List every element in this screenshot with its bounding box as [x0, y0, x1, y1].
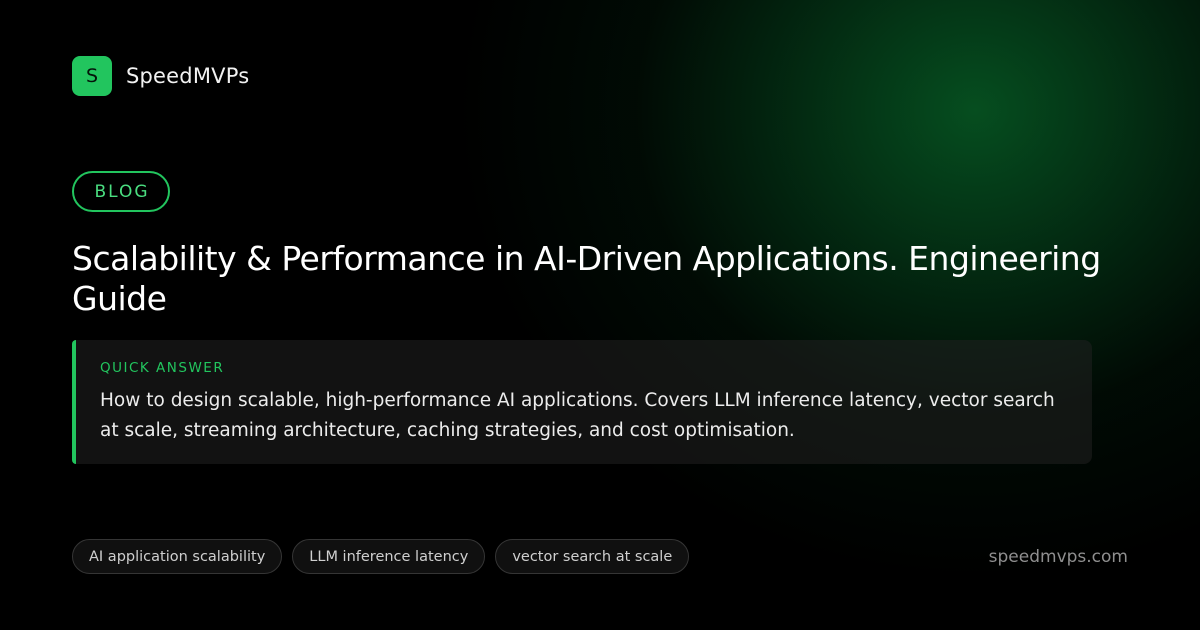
tag-chip[interactable]: vector search at scale [495, 539, 690, 574]
tag-list: AI application scalability LLM inference… [72, 539, 690, 574]
quick-answer-text: How to design scalable, high-performance… [100, 390, 1055, 441]
article-title: Scalability & Performance in AI-Driven A… [72, 239, 1101, 318]
brand[interactable]: S SpeedMVPs [72, 56, 249, 96]
quick-answer-box: QUICK ANSWER How to design scalable, hig… [72, 340, 1092, 464]
quick-answer-label: QUICK ANSWER [100, 360, 225, 376]
og-card: S SpeedMVPs BLOG Scalability & Performan… [0, 0, 1200, 630]
brand-name: SpeedMVPs [126, 64, 250, 88]
site-url[interactable]: speedmvps.com [989, 546, 1128, 568]
category-badge: BLOG [72, 171, 170, 212]
tag-chip[interactable]: AI application scalability [72, 539, 283, 574]
tag-chip[interactable]: LLM inference latency [292, 539, 486, 574]
brand-logo: S [72, 56, 112, 96]
